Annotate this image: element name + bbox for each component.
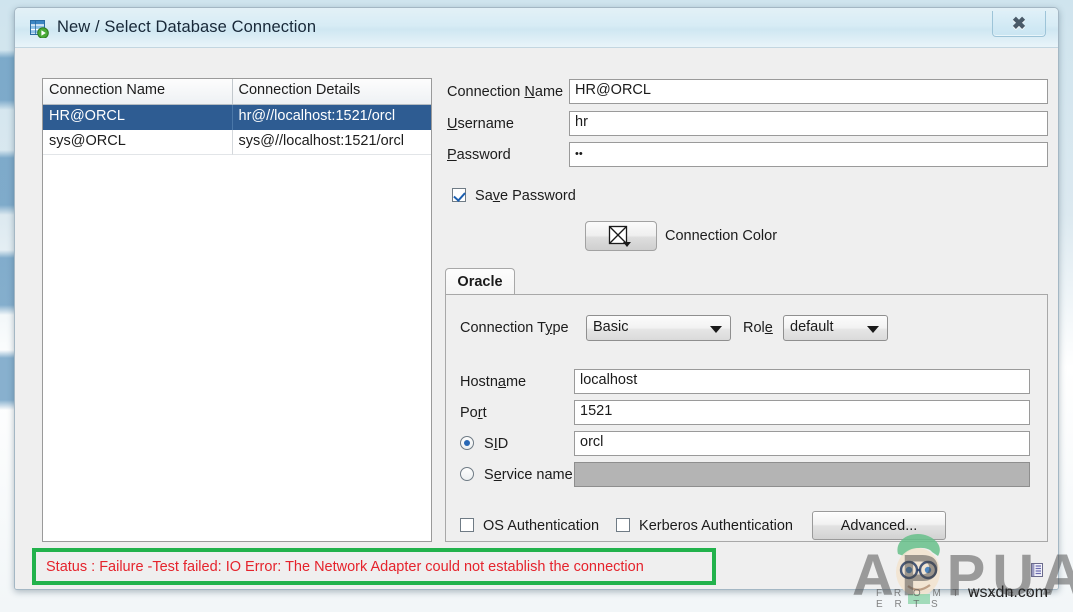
- sid-input[interactable]: orcl: [574, 431, 1030, 456]
- os-authentication-checkbox[interactable]: OS Authentication: [460, 518, 599, 534]
- hostname-label: Hostname: [460, 374, 526, 390]
- table-row[interactable]: sys@ORCL sys@//localhost:1521/orcl: [43, 130, 431, 155]
- connection-color-button[interactable]: [585, 221, 657, 251]
- save-password-label: Save Password: [475, 188, 576, 204]
- list-log-icon[interactable]: [1031, 563, 1043, 577]
- column-header-connection-details[interactable]: Connection Details: [233, 79, 431, 104]
- cell-connection-name: sys@ORCL: [43, 130, 233, 155]
- password-input[interactable]: ••: [569, 142, 1048, 167]
- window-title: New / Select Database Connection: [57, 18, 316, 37]
- connection-name-input[interactable]: HR@ORCL: [569, 79, 1048, 104]
- tab-oracle[interactable]: Oracle: [445, 268, 515, 295]
- connection-list[interactable]: Connection Name Connection Details HR@OR…: [42, 78, 432, 542]
- connection-list-header: Connection Name Connection Details: [43, 79, 431, 105]
- service-name-input: [574, 462, 1030, 487]
- column-header-connection-name[interactable]: Connection Name: [43, 79, 233, 104]
- dialog-body: Connection Name Connection Details HR@OR…: [15, 48, 1058, 590]
- checkbox-icon: [616, 518, 630, 532]
- status-message: Status : Failure -Test failed: IO Error:…: [46, 559, 644, 575]
- radio-icon: [460, 467, 474, 481]
- connection-name-label: Connection Name: [447, 84, 563, 100]
- connection-color-label: Connection Color: [665, 228, 777, 244]
- tab-strip: Oracle: [445, 268, 1048, 292]
- no-color-swatch-icon: [606, 225, 636, 247]
- hostname-input[interactable]: localhost: [574, 369, 1030, 394]
- password-label: Password: [447, 147, 511, 163]
- oracle-tab-panel: Connection Type Basic Role default Hostn…: [445, 294, 1048, 542]
- kerberos-authentication-label: Kerberos Authentication: [639, 518, 793, 534]
- connection-type-value: Basic: [593, 319, 628, 335]
- username-label: Username: [447, 116, 514, 132]
- cell-connection-name: HR@ORCL: [43, 105, 233, 130]
- chevron-down-icon: [867, 326, 879, 333]
- cell-connection-details: hr@//localhost:1521/orcl: [233, 105, 431, 130]
- service-name-radio[interactable]: Service name: [460, 467, 573, 483]
- os-authentication-label: OS Authentication: [483, 518, 599, 534]
- service-name-label: Service name: [484, 467, 573, 483]
- watermark-tagline: F R O M T H E E X P E R T S: [876, 588, 1073, 610]
- sid-label: SID: [484, 436, 508, 452]
- advanced-button[interactable]: Advanced...: [812, 511, 946, 540]
- close-icon: ✖: [1012, 14, 1026, 34]
- table-row[interactable]: HR@ORCL hr@//localhost:1521/orcl: [43, 105, 431, 130]
- role-label: Role: [743, 320, 773, 336]
- checkbox-icon: [460, 518, 474, 532]
- connection-type-dropdown[interactable]: Basic: [586, 315, 731, 341]
- sid-radio[interactable]: SID: [460, 436, 508, 452]
- status-highlight-box: Status : Failure -Test failed: IO Error:…: [32, 548, 716, 585]
- port-input[interactable]: 1521: [574, 400, 1030, 425]
- connection-type-label: Connection Type: [460, 320, 569, 336]
- save-password-checkbox[interactable]: Save Password: [452, 188, 576, 204]
- desktop-background-streaks: [0, 0, 14, 612]
- username-input[interactable]: hr: [569, 111, 1048, 136]
- checkbox-icon: [452, 188, 466, 202]
- database-connection-icon: [30, 20, 49, 38]
- radio-icon: [460, 436, 474, 450]
- role-dropdown[interactable]: default: [783, 315, 888, 341]
- chevron-down-icon: [710, 326, 722, 333]
- title-bar: New / Select Database Connection ✖: [15, 8, 1058, 48]
- close-button[interactable]: ✖: [992, 11, 1046, 37]
- kerberos-authentication-checkbox[interactable]: Kerberos Authentication: [616, 518, 793, 534]
- role-value: default: [790, 319, 834, 335]
- cell-connection-details: sys@//localhost:1521/orcl: [233, 130, 431, 155]
- database-connection-dialog: New / Select Database Connection ✖ Conne…: [14, 7, 1059, 590]
- port-label: Port: [460, 405, 487, 421]
